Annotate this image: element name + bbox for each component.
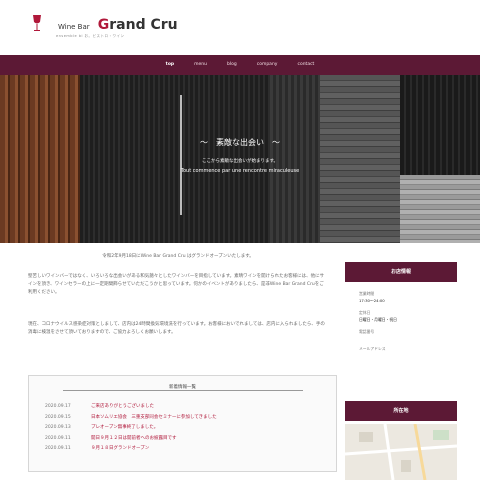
brand-name: Grand Cru <box>97 17 178 33</box>
nav-item-menu[interactable]: menu <box>184 55 217 75</box>
news-link[interactable]: プレオープン無事終了しました。 <box>91 423 158 434</box>
news-item[interactable]: 2020.09.17 ご来店ありがとうございました <box>45 402 325 413</box>
location-heading: 所在地 <box>345 401 457 421</box>
news-divider <box>63 390 303 391</box>
shop-info: 営業時間 17:30〜24:00 定休日 日曜日・月曜日・祝日 電話番号 メール… <box>345 282 457 352</box>
location-map[interactable] <box>345 424 457 480</box>
news-date: 2020.09.11 <box>45 435 71 441</box>
closed-value: 日曜日・月曜日・祝日 <box>359 317 397 322</box>
nav-item-top[interactable]: top <box>156 55 184 75</box>
phone-label: 電話番号 <box>359 329 375 334</box>
sidebar: お店情報 営業時間 17:30〜24:00 定休日 日曜日・月曜日・祝日 電話番… <box>345 262 457 352</box>
shop-info-heading: お店情報 <box>345 262 457 282</box>
site-logo[interactable]: Wine Bar Grand Cru <box>58 14 178 33</box>
closed-label: 定休日 <box>359 310 371 315</box>
intro-paragraph: 堅苦しいワインバーではなく、いろいろな出会いがある和気藹々としたワインバーを目指… <box>28 274 325 295</box>
map-graphic <box>345 424 457 480</box>
nav-item-contact[interactable]: contact <box>287 55 324 75</box>
wine-glass-logo-icon[interactable] <box>30 14 44 34</box>
news-link[interactable]: ご来店ありがとうございました <box>91 402 154 413</box>
opening-announcement: 令和2年9月18日にWine Bar Grand Cru はグランドオープンいた… <box>102 254 254 259</box>
covid-notice: 現在、コロナウイルス感染症対策としまして、店内は24時間換気環境洗を行っています… <box>28 322 325 335</box>
nav-item-blog[interactable]: blog <box>217 55 247 75</box>
hero-title: 〜 素敵な出会い 〜 <box>200 138 280 147</box>
news-date: 2020.09.13 <box>45 425 71 430</box>
news-date: 2020.09.17 <box>45 404 71 409</box>
news-link[interactable]: 日本ソムリエ協会 三重支部同会セミナーに参加してきました <box>91 413 217 424</box>
main-navigation: top menu blog company contact <box>0 55 480 75</box>
hours-value: 17:30〜24:00 <box>359 298 385 303</box>
news-item[interactable]: 2020.09.13 プレオープン無事終了しました。 <box>45 423 325 434</box>
nav-item-company[interactable]: company <box>247 55 288 75</box>
news-date: 2020.09.11 <box>45 446 71 451</box>
hero-subtitle: ここから素敵な出会いが始まります。 <box>201 159 279 164</box>
hero-text: 〜 素敵な出会い 〜 ここから素敵な出会いが始まります。 Tout commen… <box>0 75 480 174</box>
intro-section: 令和2年9月18日にWine Bar Grand Cru はグランドオープンいた… <box>28 253 328 349</box>
hero-french-tagline: Tout commence par une rencontre miracule… <box>180 168 300 174</box>
news-item[interactable]: 2020.09.11 開日９月１２日は開前者へのお披露目です <box>45 434 325 445</box>
news-box: 新着情報一覧 2020.09.17 ご来店ありがとうございました 2020.09… <box>28 375 337 472</box>
news-date: 2020.09.15 <box>45 414 71 420</box>
email-label: メールアドレス <box>359 346 386 351</box>
site-header: Wine Bar Grand Cru ensemble bi お。ビストロ・ワイ… <box>0 0 480 55</box>
brand-tagline: ensemble bi お。ビストロ・ワイン <box>56 34 125 38</box>
news-item[interactable]: 2020.09.15 日本ソムリエ協会 三重支部同会セミナーに参加してきました <box>45 413 325 424</box>
news-item[interactable]: 2020.09.11 ９月１８日グランドオープン <box>45 444 325 455</box>
brand-prefix: Wine Bar <box>58 23 90 31</box>
news-list: 2020.09.17 ご来店ありがとうございました 2020.09.15 日本ソ… <box>45 402 325 455</box>
hours-label: 営業時間 <box>359 291 375 296</box>
hero-banner: 〜 素敵な出会い 〜 ここから素敵な出会いが始まります。 Tout commen… <box>0 75 480 243</box>
news-link[interactable]: 開日９月１２日は開前者へのお披露目です <box>91 434 177 445</box>
news-link[interactable]: ９月１８日グランドオープン <box>91 444 149 455</box>
stone-wall-image <box>400 175 480 243</box>
